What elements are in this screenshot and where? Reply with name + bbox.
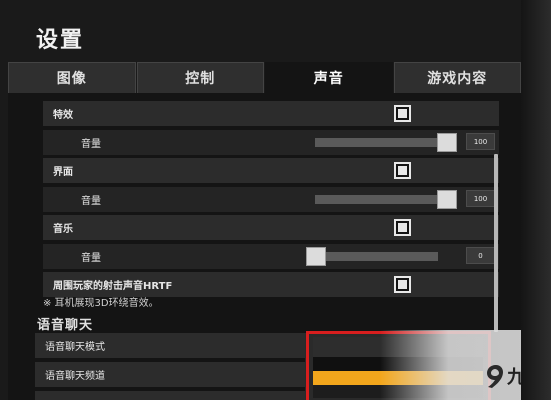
interface-checkbox[interactable] xyxy=(394,162,411,179)
effects-volume-value[interactable]: 100 xyxy=(466,133,495,150)
tab-gameplay[interactable]: 游戏内容 xyxy=(393,62,521,93)
page-title: 设置 xyxy=(36,28,85,53)
effects-row: 特效 xyxy=(43,101,499,126)
effects-checkbox[interactable] xyxy=(394,105,411,122)
music-volume-label: 音量 xyxy=(81,253,101,264)
hrtf-checkbox[interactable] xyxy=(394,276,411,293)
tab-sound[interactable]: 声音 xyxy=(265,62,393,93)
music-row: 音乐 xyxy=(43,215,499,240)
settings-tabs: 图像 控制 声音 游戏内容 xyxy=(8,62,521,93)
tab-controls[interactable]: 控制 xyxy=(136,62,264,93)
music-volume-thumb[interactable] xyxy=(307,248,325,265)
interface-row: 界面 xyxy=(43,158,499,183)
music-volume-slider[interactable] xyxy=(307,248,438,265)
voice-chat-next-row xyxy=(35,391,305,400)
effects-volume-row: 音量 100 xyxy=(43,130,499,155)
voice-chat-channel-row: 语音聊天频道 xyxy=(35,362,305,387)
music-volume-value[interactable]: 0 xyxy=(466,247,495,264)
voice-chat-mode-label: 语音聊天模式 xyxy=(45,342,105,353)
tab-graphics[interactable]: 图像 xyxy=(8,62,136,93)
music-volume-row: 音量 0 xyxy=(43,244,499,269)
voice-chat-channel-label: 语音聊天频道 xyxy=(45,371,105,382)
effects-label: 特效 xyxy=(53,110,73,121)
side-strip xyxy=(521,0,551,400)
effects-volume-label: 音量 xyxy=(81,139,101,150)
interface-volume-thumb[interactable] xyxy=(438,191,456,208)
interface-label: 界面 xyxy=(53,167,73,178)
scrollbar[interactable] xyxy=(494,154,498,332)
music-label: 音乐 xyxy=(53,224,73,235)
effects-volume-thumb[interactable] xyxy=(438,134,456,151)
voice-chat-mode-row: 语音聊天模式 xyxy=(35,333,305,358)
hrtf-label: 周围玩家的射击声音HRTF xyxy=(53,281,173,292)
interface-volume-slider[interactable] xyxy=(315,191,456,208)
nine-game-logo-icon xyxy=(487,365,503,388)
music-checkbox[interactable] xyxy=(394,219,411,236)
interface-volume-row: 音量 100 xyxy=(43,187,499,212)
voice-chat-section-title: 语音聊天 xyxy=(37,318,94,333)
interface-volume-label: 音量 xyxy=(81,196,101,207)
hrtf-note: ※ 耳机展现3D环绕音效。 xyxy=(43,298,159,309)
effects-volume-slider[interactable] xyxy=(315,134,456,151)
interface-volume-value[interactable]: 100 xyxy=(466,190,495,207)
